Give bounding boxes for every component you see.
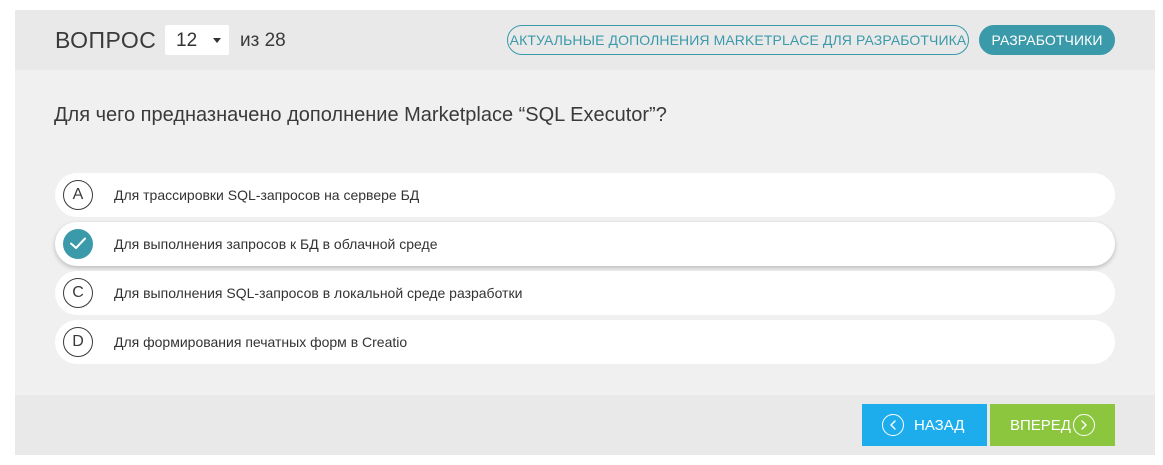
check-icon: [63, 229, 93, 259]
answer-text-c: Для выполнения SQL-запросов в локальной …: [114, 285, 523, 301]
question-number-select[interactable]: 12: [165, 25, 229, 55]
answer-option-b[interactable]: Для выполнения запросов к БД в облачной …: [55, 222, 1115, 266]
answer-text-d: Для формирования печатных форм в Creatio: [114, 334, 408, 350]
next-button-label: ВПЕРЕД: [1010, 417, 1071, 434]
caret-down-icon: [213, 38, 221, 43]
answer-option-d[interactable]: D Для формирования печатных форм в Creat…: [55, 320, 1115, 364]
audience-tag[interactable]: РАЗРАБОТЧИКИ: [979, 25, 1115, 55]
answer-text-a: Для трассировки SQL-запросов на сервере …: [114, 187, 420, 203]
chevron-left-circle-icon: [882, 414, 904, 436]
category-tag[interactable]: АКТУАЛЬНЫЕ ДОПОЛНЕНИЯ MARKETPLACE ДЛЯ РА…: [507, 25, 969, 55]
question-number-value: 12: [176, 30, 198, 51]
answer-letter-d: D: [63, 327, 93, 357]
chevron-right-circle-icon: [1073, 414, 1095, 436]
quiz-header: ВОПРОС 12 из 28 АКТУАЛЬНЫЕ ДОПОЛНЕНИЯ MA…: [15, 10, 1155, 70]
quiz-footer: НАЗАД ВПЕРЕД: [15, 395, 1155, 455]
answer-option-c[interactable]: C Для выполнения SQL-запросов в локально…: [55, 271, 1115, 315]
answer-letter-c: C: [63, 278, 93, 308]
question-text: Для чего предназначено дополнение Market…: [54, 104, 667, 126]
question-body: Для чего предназначено дополнение Market…: [15, 70, 1155, 395]
answer-option-a[interactable]: A Для трассировки SQL-запросов на сервер…: [55, 173, 1115, 217]
back-button[interactable]: НАЗАД: [862, 404, 987, 446]
back-button-label: НАЗАД: [914, 417, 965, 434]
question-label: ВОПРОС: [55, 27, 157, 53]
question-total: из 28: [240, 30, 286, 51]
answer-letter-a: A: [63, 180, 93, 210]
quiz-card: ВОПРОС 12 из 28 АКТУАЛЬНЫЕ ДОПОЛНЕНИЯ MA…: [15, 10, 1155, 455]
next-button[interactable]: ВПЕРЕД: [990, 404, 1115, 446]
answer-text-b: Для выполнения запросов к БД в облачной …: [114, 236, 438, 252]
